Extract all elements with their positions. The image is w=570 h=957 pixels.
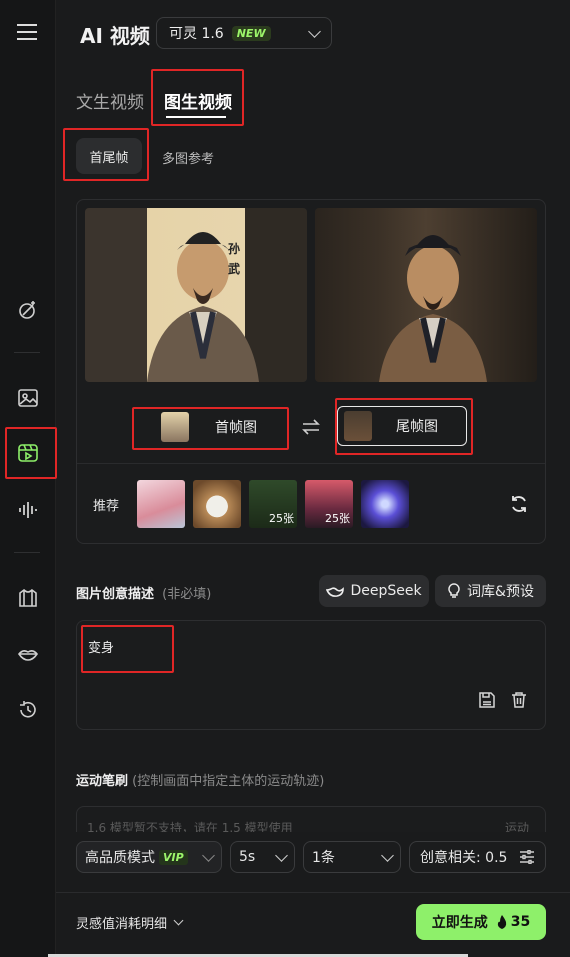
library-button[interactable]: 词库&预设	[435, 575, 546, 607]
new-badge: NEW	[231, 25, 271, 41]
deepseek-whale-icon	[326, 587, 345, 597]
prompt-label-text: 图片创意描述	[76, 587, 155, 602]
quality-label: 高品质模式	[85, 850, 155, 866]
recommend-thumb-2[interactable]	[193, 480, 241, 528]
sidebar	[0, 0, 57, 957]
vip-badge: VIP	[159, 849, 188, 865]
page-title: AI 视频	[80, 24, 150, 48]
refresh-icon[interactable]	[509, 494, 529, 514]
history-icon[interactable]	[16, 698, 40, 722]
motion-label: 运动笔刷 (控制画面中指定主体的运动轨迹)	[76, 770, 324, 789]
model-label: 可灵 1.6	[169, 26, 224, 42]
image-icon[interactable]	[16, 386, 40, 410]
motion-label-text: 运动笔刷	[76, 774, 129, 789]
footer-divider	[56, 892, 570, 893]
cost-detail-label: 灵感值消耗明细	[76, 917, 168, 932]
cost-detail-link[interactable]: 灵感值消耗明细	[76, 913, 184, 932]
recommend-thumb-4[interactable]: 25张	[305, 480, 353, 528]
first-frame-highlight	[132, 407, 289, 450]
sidebar-divider-2	[14, 552, 40, 553]
creativity-value: 创意相关: 0.5	[420, 850, 508, 866]
recommend-label: 推荐	[93, 499, 120, 514]
tab-text-video[interactable]: 文生视频	[76, 88, 144, 113]
shirt-icon[interactable]	[16, 586, 40, 610]
prompt-highlight	[81, 625, 174, 673]
deepseek-label: DeepSeek	[350, 583, 422, 599]
generate-button[interactable]: 立即生成 35	[416, 904, 546, 940]
recommend-thumb-3[interactable]: 25张	[249, 480, 297, 528]
recommend-count-3: 25张	[269, 512, 294, 525]
delete-icon[interactable]	[510, 691, 528, 709]
recommend-thumb-1[interactable]	[137, 480, 185, 528]
magic-pen-icon[interactable]	[16, 298, 40, 322]
save-icon[interactable]	[478, 691, 496, 709]
sliders-icon	[520, 850, 534, 864]
caption-char-1: 孙	[228, 242, 241, 256]
last-frame-image[interactable]	[315, 208, 537, 382]
generate-label: 立即生成	[431, 915, 488, 931]
prompt-optional: (非必填)	[162, 587, 212, 602]
chevron-down-icon	[202, 848, 215, 862]
subtab-highlight	[63, 128, 149, 181]
duration-select[interactable]: 5s	[230, 841, 295, 873]
lightbulb-icon	[448, 583, 460, 598]
count-select[interactable]: 1条	[303, 841, 401, 873]
last-frame-highlight	[335, 398, 473, 455]
sidebar-divider	[14, 352, 40, 353]
motion-hint: (控制画面中指定主体的运动轨迹)	[132, 774, 325, 789]
creativity-control[interactable]: 创意相关: 0.5	[409, 841, 546, 873]
flame-icon	[497, 915, 506, 929]
tab-highlight	[151, 69, 244, 126]
subtab-multi-ref[interactable]: 多图参考	[162, 148, 214, 167]
lips-icon[interactable]	[16, 642, 40, 666]
menu-icon[interactable]	[16, 22, 40, 44]
duration-value: 5s	[239, 849, 256, 865]
recommend-thumb-5[interactable]	[361, 480, 409, 528]
deepseek-button[interactable]: DeepSeek	[319, 575, 429, 607]
prompt-label: 图片创意描述 (非必填)	[76, 583, 211, 602]
chevron-down-icon	[381, 848, 394, 862]
first-frame-image[interactable]: 孙 武	[85, 208, 307, 382]
quality-select[interactable]: 高品质模式 VIP	[76, 841, 222, 873]
credits-value: 35	[510, 914, 531, 930]
swap-icon[interactable]	[301, 418, 321, 436]
recommend-count-4: 25张	[325, 512, 350, 525]
chevron-down-icon	[308, 24, 321, 38]
chevron-down-icon	[173, 915, 184, 926]
video-icon[interactable]	[16, 441, 40, 465]
chevron-down-icon	[275, 848, 288, 862]
library-label: 词库&预设	[467, 584, 534, 600]
frames-divider	[77, 463, 545, 464]
model-select[interactable]: 可灵 1.6 NEW	[156, 17, 332, 49]
caption-char-2: 武	[228, 262, 241, 276]
count-value: 1条	[312, 850, 335, 866]
audio-wave-icon[interactable]	[16, 498, 40, 522]
